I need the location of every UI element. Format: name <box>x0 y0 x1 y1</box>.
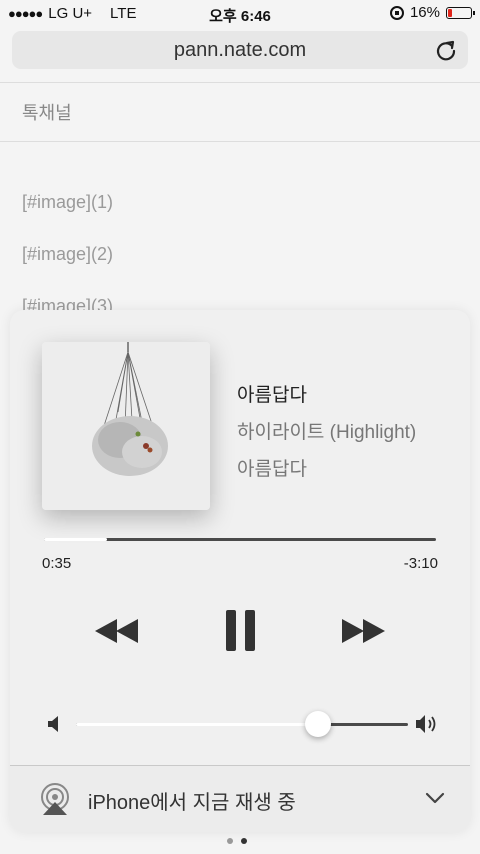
airplay-output-row[interactable]: iPhone에서 지금 재생 중 <box>10 765 470 832</box>
dried-flowers-image <box>42 342 210 510</box>
channel-tab[interactable]: 톡채널 <box>0 82 480 142</box>
battery-percent: 16% <box>409 4 440 21</box>
pause-button[interactable] <box>210 606 270 656</box>
rewind-button[interactable] <box>88 606 148 656</box>
status-bar: ●●●●● LG U+ LTE 오후 6:46 16% <box>0 0 480 28</box>
progress-played <box>44 538 107 541</box>
page-content: 톡채널 [#image](1) [#image](2) [#image](3) <box>0 82 480 332</box>
playback-progress-bar[interactable] <box>44 538 436 541</box>
track-album: 아름답다 <box>237 459 307 480</box>
track-title: 아름답다 <box>237 385 307 406</box>
rotation-lock-icon <box>389 5 404 20</box>
track-info: 아름답다 하이라이트 (Highlight) 아름답다 <box>237 380 416 481</box>
album-art <box>42 342 210 510</box>
url-text: pann.nate.com <box>173 38 307 61</box>
volume-low-icon <box>48 716 58 732</box>
image-placeholder-2: [#image](2) <box>22 244 114 264</box>
volume-slider[interactable] <box>76 711 408 737</box>
volume-knob[interactable] <box>305 711 332 737</box>
reload-icon[interactable] <box>434 38 458 62</box>
playback-controls <box>10 606 470 656</box>
airplay-label: iPhone에서 지금 재생 중 <box>88 792 296 814</box>
chevron-down-icon[interactable] <box>424 790 446 806</box>
volume-control <box>10 708 470 744</box>
page-indicator <box>227 838 247 844</box>
image-placeholder-1: [#image](1) <box>22 192 114 212</box>
status-right: 16% <box>389 4 475 21</box>
track-artist: 하이라이트 (Highlight) <box>237 422 417 443</box>
fast-forward-button[interactable] <box>332 606 392 656</box>
page-dot-2 <box>241 838 247 844</box>
volume-level <box>76 723 319 726</box>
address-bar[interactable]: pann.nate.com <box>12 31 468 69</box>
remaining-time: -3:10 <box>403 555 438 572</box>
now-playing-panel: 아름답다 하이라이트 (Highlight) 아름답다 0:35 -3:10 i… <box>10 310 470 832</box>
battery-icon <box>446 6 475 19</box>
airplay-icon <box>41 783 69 815</box>
volume-high-icon <box>416 715 436 733</box>
elapsed-time: 0:35 <box>42 555 72 572</box>
page-dot-1 <box>227 838 233 844</box>
